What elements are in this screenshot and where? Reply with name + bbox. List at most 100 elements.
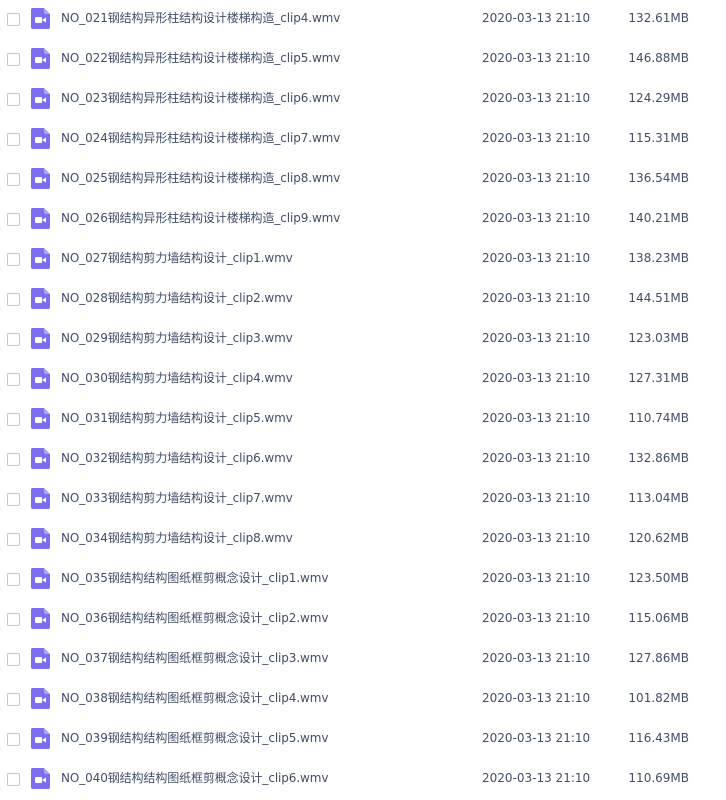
row-checkbox[interactable] xyxy=(7,693,20,706)
file-row[interactable]: NO_032钢结构剪力墙结构设计_clip6.wmv 2020-03-13 21… xyxy=(0,440,726,480)
file-size: 120.62MB xyxy=(628,531,689,545)
file-date: 2020-03-13 21:10 xyxy=(482,571,591,585)
file-date: 2020-03-13 21:10 xyxy=(482,291,591,305)
row-checkbox[interactable] xyxy=(7,453,20,466)
file-row[interactable]: NO_025钢结构异形柱结构设计楼梯构造_clip8.wmv 2020-03-1… xyxy=(0,160,726,200)
file-name[interactable]: NO_039钢结构结构图纸框剪概念设计_clip5.wmv xyxy=(61,730,328,747)
video-file-icon xyxy=(31,528,50,549)
file-row[interactable]: NO_023钢结构异形柱结构设计楼梯构造_clip6.wmv 2020-03-1… xyxy=(0,80,726,120)
file-name[interactable]: NO_035钢结构结构图纸框剪概念设计_clip1.wmv xyxy=(61,570,328,587)
row-checkbox[interactable] xyxy=(7,773,20,786)
file-date: 2020-03-13 21:10 xyxy=(482,211,591,225)
file-row[interactable]: NO_035钢结构结构图纸框剪概念设计_clip1.wmv 2020-03-13… xyxy=(0,560,726,600)
file-row[interactable]: NO_027钢结构剪力墙结构设计_clip1.wmv 2020-03-13 21… xyxy=(0,240,726,280)
file-name[interactable]: NO_023钢结构异形柱结构设计楼梯构造_clip6.wmv xyxy=(61,90,340,107)
file-row[interactable]: NO_022钢结构异形柱结构设计楼梯构造_clip5.wmv 2020-03-1… xyxy=(0,40,726,80)
file-row[interactable]: NO_029钢结构剪力墙结构设计_clip3.wmv 2020-03-13 21… xyxy=(0,320,726,360)
file-row[interactable]: NO_037钢结构结构图纸框剪概念设计_clip3.wmv 2020-03-13… xyxy=(0,640,726,680)
file-name[interactable]: NO_036钢结构结构图纸框剪概念设计_clip2.wmv xyxy=(61,610,328,627)
row-checkbox[interactable] xyxy=(7,733,20,746)
row-checkbox[interactable] xyxy=(7,213,20,226)
file-name[interactable]: NO_029钢结构剪力墙结构设计_clip3.wmv xyxy=(61,330,293,347)
row-checkbox[interactable] xyxy=(7,653,20,666)
file-name[interactable]: NO_030钢结构剪力墙结构设计_clip4.wmv xyxy=(61,370,293,387)
file-name[interactable]: NO_024钢结构异形柱结构设计楼梯构造_clip7.wmv xyxy=(61,130,340,147)
file-size: 113.04MB xyxy=(628,491,689,505)
file-date: 2020-03-13 21:10 xyxy=(482,611,591,625)
file-date: 2020-03-13 21:10 xyxy=(482,171,591,185)
video-file-icon xyxy=(31,768,50,789)
file-row[interactable]: NO_040钢结构结构图纸框剪概念设计_clip6.wmv 2020-03-13… xyxy=(0,760,726,800)
file-row[interactable]: NO_031钢结构剪力墙结构设计_clip5.wmv 2020-03-13 21… xyxy=(0,400,726,440)
file-row[interactable]: NO_033钢结构剪力墙结构设计_clip7.wmv 2020-03-13 21… xyxy=(0,480,726,520)
video-file-icon xyxy=(31,448,50,469)
file-size: 144.51MB xyxy=(628,291,689,305)
file-size: 123.50MB xyxy=(628,571,689,585)
row-checkbox[interactable] xyxy=(7,373,20,386)
row-checkbox[interactable] xyxy=(7,293,20,306)
row-checkbox[interactable] xyxy=(7,573,20,586)
file-date: 2020-03-13 21:10 xyxy=(482,651,591,665)
row-checkbox[interactable] xyxy=(7,413,20,426)
file-name[interactable]: NO_032钢结构剪力墙结构设计_clip6.wmv xyxy=(61,450,293,467)
file-size: 146.88MB xyxy=(628,51,689,65)
file-date: 2020-03-13 21:10 xyxy=(482,11,591,25)
row-checkbox[interactable] xyxy=(7,173,20,186)
file-name[interactable]: NO_038钢结构结构图纸框剪概念设计_clip4.wmv xyxy=(61,690,328,707)
file-list: NO_021钢结构异形柱结构设计楼梯构造_clip4.wmv 2020-03-1… xyxy=(0,0,726,800)
file-row[interactable]: NO_021钢结构异形柱结构设计楼梯构造_clip4.wmv 2020-03-1… xyxy=(0,0,726,40)
row-checkbox[interactable] xyxy=(7,533,20,546)
file-name[interactable]: NO_026钢结构异形柱结构设计楼梯构造_clip9.wmv xyxy=(61,210,340,227)
row-checkbox[interactable] xyxy=(7,93,20,106)
file-size: 115.06MB xyxy=(628,611,689,625)
file-size: 124.29MB xyxy=(628,91,689,105)
file-row[interactable]: NO_036钢结构结构图纸框剪概念设计_clip2.wmv 2020-03-13… xyxy=(0,600,726,640)
file-size: 110.74MB xyxy=(628,411,689,425)
video-file-icon xyxy=(31,128,50,149)
file-name[interactable]: NO_027钢结构剪力墙结构设计_clip1.wmv xyxy=(61,250,293,267)
file-date: 2020-03-13 21:10 xyxy=(482,331,591,345)
file-name[interactable]: NO_037钢结构结构图纸框剪概念设计_clip3.wmv xyxy=(61,650,328,667)
file-size: 132.86MB xyxy=(628,451,689,465)
video-file-icon xyxy=(31,608,50,629)
row-checkbox[interactable] xyxy=(7,613,20,626)
file-date: 2020-03-13 21:10 xyxy=(482,451,591,465)
file-size: 136.54MB xyxy=(628,171,689,185)
file-name[interactable]: NO_028钢结构剪力墙结构设计_clip2.wmv xyxy=(61,290,293,307)
file-name[interactable]: NO_034钢结构剪力墙结构设计_clip8.wmv xyxy=(61,530,293,547)
row-checkbox[interactable] xyxy=(7,253,20,266)
file-name[interactable]: NO_025钢结构异形柱结构设计楼梯构造_clip8.wmv xyxy=(61,170,340,187)
file-row[interactable]: NO_028钢结构剪力墙结构设计_clip2.wmv 2020-03-13 21… xyxy=(0,280,726,320)
file-date: 2020-03-13 21:10 xyxy=(482,531,591,545)
file-name[interactable]: NO_033钢结构剪力墙结构设计_clip7.wmv xyxy=(61,490,293,507)
row-checkbox[interactable] xyxy=(7,493,20,506)
file-size: 132.61MB xyxy=(628,11,689,25)
row-checkbox[interactable] xyxy=(7,333,20,346)
video-file-icon xyxy=(31,648,50,669)
file-size: 110.69MB xyxy=(628,771,689,785)
file-date: 2020-03-13 21:10 xyxy=(482,251,591,265)
video-file-icon xyxy=(31,568,50,589)
file-row[interactable]: NO_026钢结构异形柱结构设计楼梯构造_clip9.wmv 2020-03-1… xyxy=(0,200,726,240)
file-row[interactable]: NO_034钢结构剪力墙结构设计_clip8.wmv 2020-03-13 21… xyxy=(0,520,726,560)
file-date: 2020-03-13 21:10 xyxy=(482,131,591,145)
row-checkbox[interactable] xyxy=(7,13,20,26)
video-file-icon xyxy=(31,688,50,709)
file-row[interactable]: NO_039钢结构结构图纸框剪概念设计_clip5.wmv 2020-03-13… xyxy=(0,720,726,760)
file-name[interactable]: NO_022钢结构异形柱结构设计楼梯构造_clip5.wmv xyxy=(61,50,340,67)
file-row[interactable]: NO_038钢结构结构图纸框剪概念设计_clip4.wmv 2020-03-13… xyxy=(0,680,726,720)
row-checkbox[interactable] xyxy=(7,133,20,146)
file-size: 138.23MB xyxy=(628,251,689,265)
file-size: 115.31MB xyxy=(628,131,689,145)
row-checkbox[interactable] xyxy=(7,53,20,66)
file-name[interactable]: NO_040钢结构结构图纸框剪概念设计_clip6.wmv xyxy=(61,770,328,787)
file-size: 101.82MB xyxy=(628,691,689,705)
file-size: 127.86MB xyxy=(628,651,689,665)
file-row[interactable]: NO_030钢结构剪力墙结构设计_clip4.wmv 2020-03-13 21… xyxy=(0,360,726,400)
file-name[interactable]: NO_031钢结构剪力墙结构设计_clip5.wmv xyxy=(61,410,293,427)
file-date: 2020-03-13 21:10 xyxy=(482,731,591,745)
file-name[interactable]: NO_021钢结构异形柱结构设计楼梯构造_clip4.wmv xyxy=(61,10,340,27)
file-row[interactable]: NO_024钢结构异形柱结构设计楼梯构造_clip7.wmv 2020-03-1… xyxy=(0,120,726,160)
video-file-icon xyxy=(31,408,50,429)
video-file-icon xyxy=(31,168,50,189)
